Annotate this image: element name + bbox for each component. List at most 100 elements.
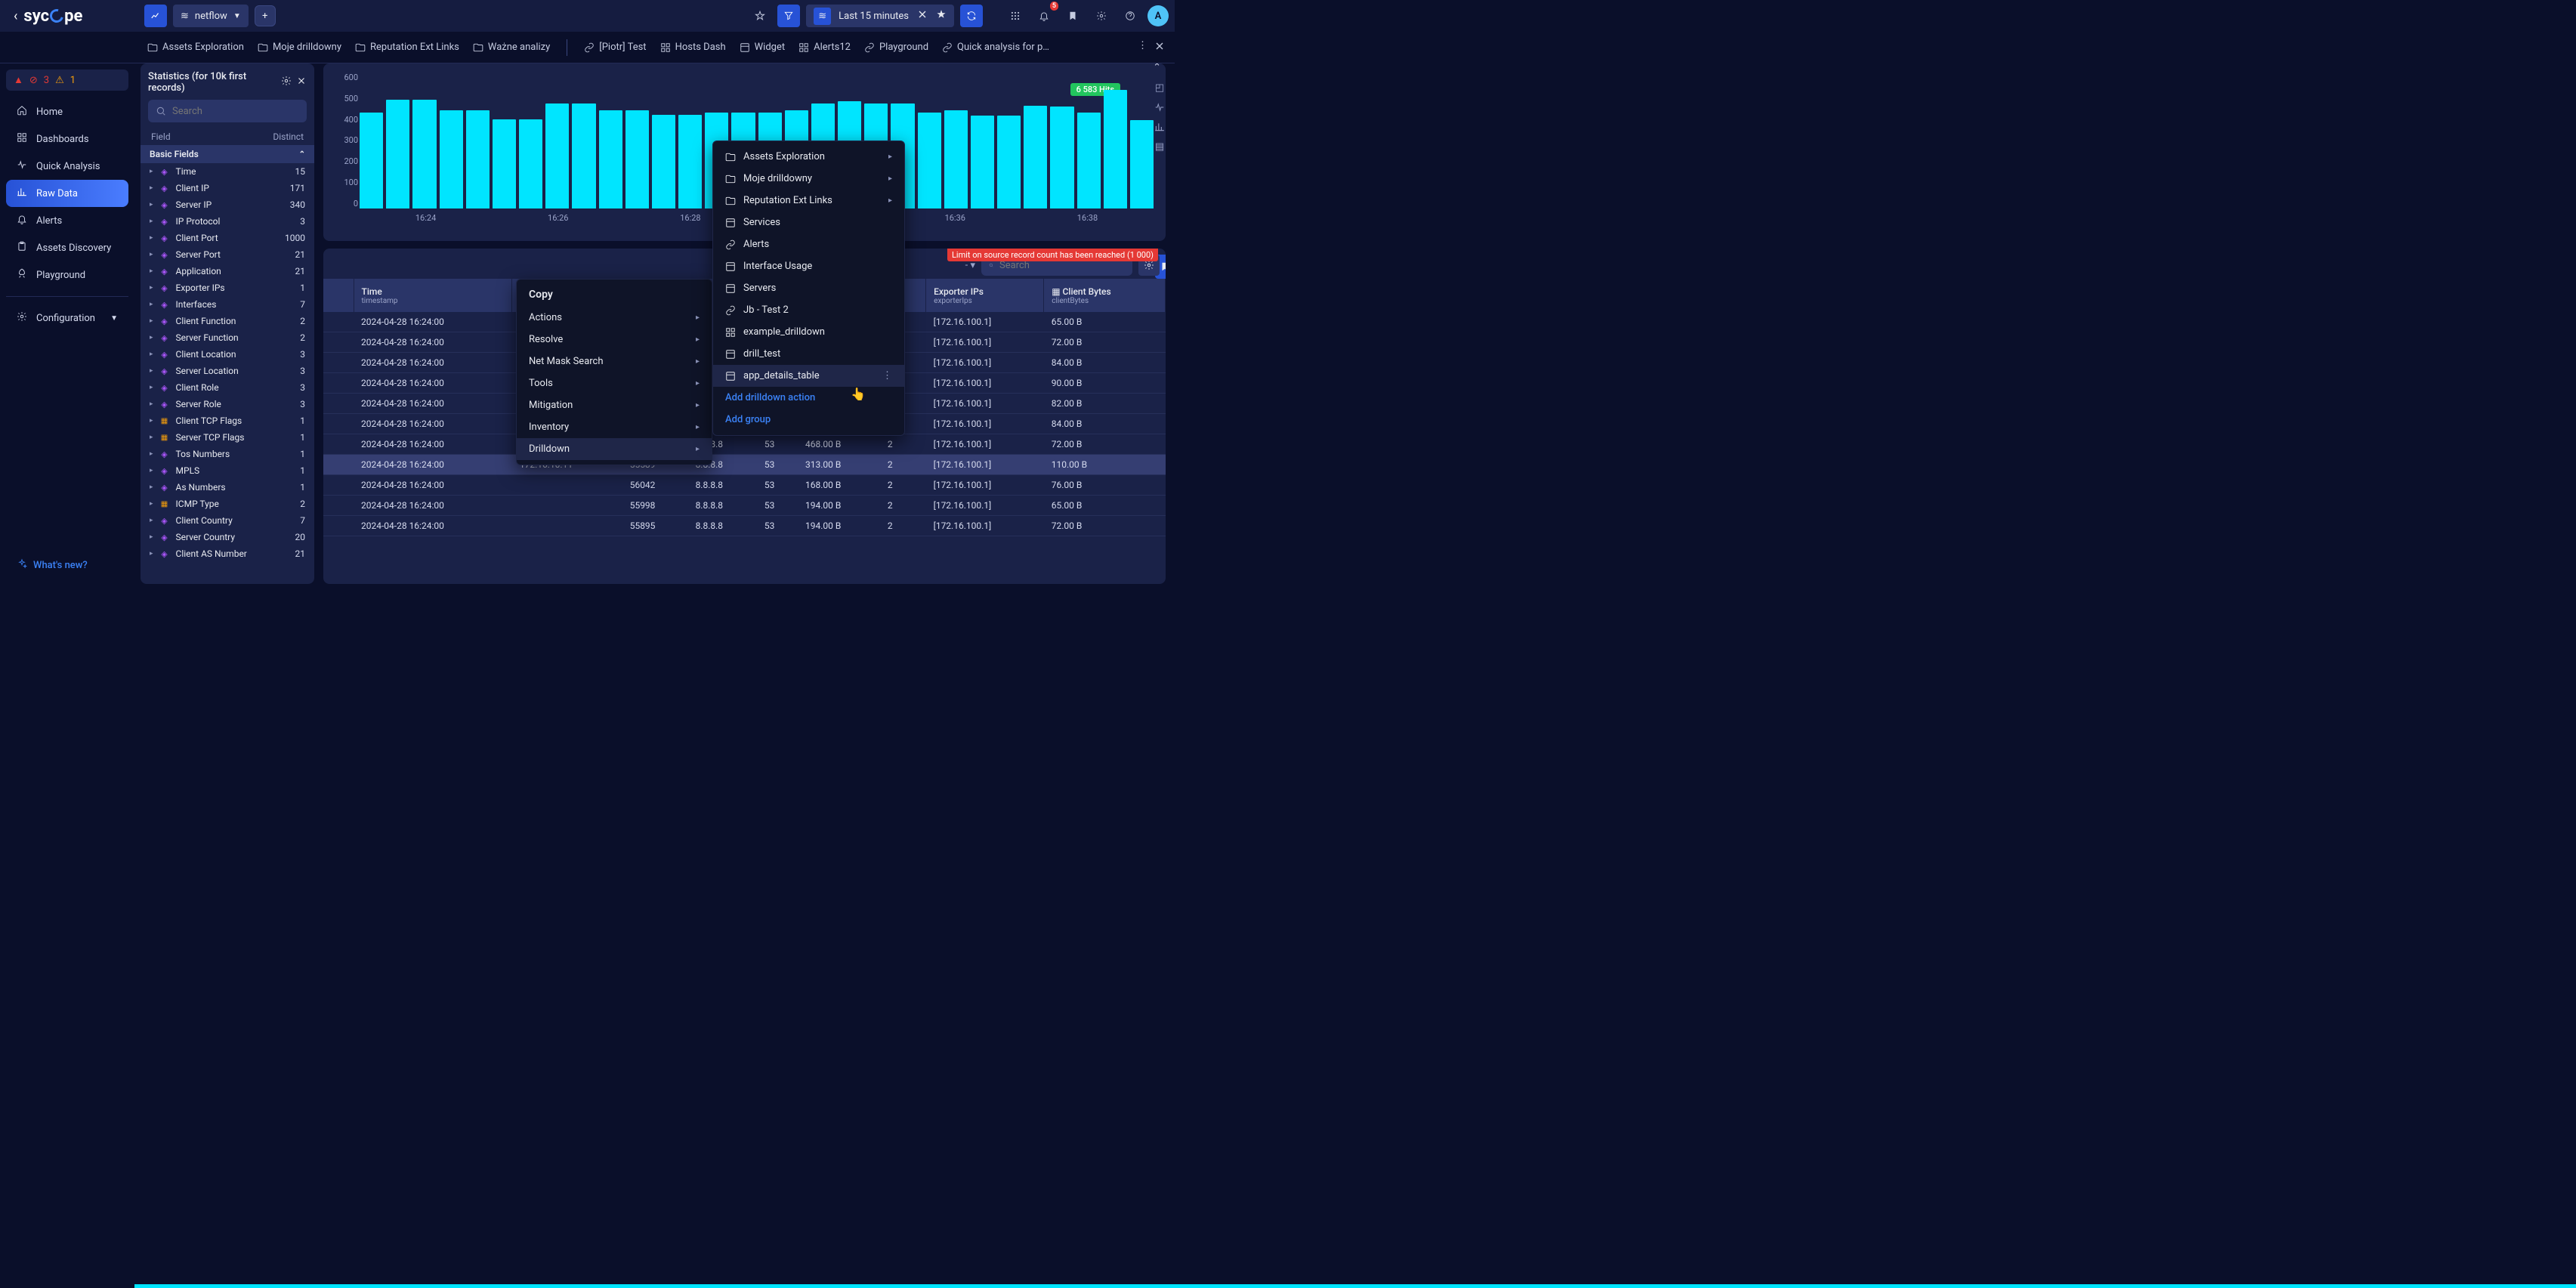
tab-more-button[interactable]: ⋮ xyxy=(1138,40,1147,55)
table-row[interactable]: 2024-04-28 16:24:00558958.8.8.853194.00 … xyxy=(323,516,1166,536)
chart-bar[interactable] xyxy=(1104,90,1127,209)
ctx-item[interactable]: Moje drilldowny▸ xyxy=(713,168,904,190)
sidebar-item-quick-analysis[interactable]: Quick Analysis xyxy=(6,153,128,180)
tab-close-button[interactable] xyxy=(1154,40,1166,55)
dashboard-tab[interactable]: Assets Exploration xyxy=(147,42,244,53)
stat-row[interactable]: ▸◈Client Port1000 xyxy=(141,230,314,246)
chart-bar[interactable] xyxy=(572,103,595,209)
table-row[interactable]: 2024-04-28 16:24:00172.16.10.11555898.8.… xyxy=(323,455,1166,475)
stat-row[interactable]: ▸◈Exporter IPs1 xyxy=(141,280,314,296)
chart-bar[interactable] xyxy=(625,110,649,209)
stat-row[interactable]: ▸◈Tos Numbers1 xyxy=(141,446,314,462)
refresh-button[interactable] xyxy=(960,5,983,27)
close-icon[interactable] xyxy=(296,76,307,89)
dashboard-tab[interactable]: Playground xyxy=(864,42,928,53)
ctx-item[interactable]: Net Mask Search▸ xyxy=(517,351,712,372)
doc-tool[interactable]: ▤ xyxy=(1152,139,1166,154)
dashboard-tab[interactable]: Widget xyxy=(740,42,785,53)
table-row[interactable]: 2024-04-28 16:24:00559988.8.8.853194.00 … xyxy=(323,496,1166,516)
dashboard-tab[interactable]: Alerts12 xyxy=(798,42,851,53)
dashboard-tab[interactable]: Quick analysis for p… xyxy=(942,42,1049,53)
stat-row[interactable]: ▸▦Client TCP Flags1 xyxy=(141,412,314,429)
ctx-item[interactable]: drill_test xyxy=(713,343,904,365)
apps-button[interactable] xyxy=(1004,5,1027,27)
dashboard-tab[interactable]: Hosts Dash xyxy=(660,42,726,53)
avatar[interactable]: A xyxy=(1147,5,1169,26)
chart-mode-btn[interactable] xyxy=(144,5,167,27)
stat-row[interactable]: ▸◈Interfaces7 xyxy=(141,296,314,313)
ctx-item[interactable]: Inventory▸ xyxy=(517,416,712,438)
filter-button[interactable] xyxy=(777,5,800,27)
dashboard-tab[interactable]: Moje drilldowny xyxy=(258,42,341,53)
stat-row[interactable]: ▸◈Time15 xyxy=(141,163,314,180)
chart-bar[interactable] xyxy=(971,116,994,208)
ctx-item[interactable]: Interface Usage xyxy=(713,255,904,277)
dashboard-tab[interactable]: Reputation Ext Links xyxy=(355,42,459,53)
back-button[interactable]: ‹ xyxy=(14,8,17,24)
bookmark-button[interactable] xyxy=(1061,5,1084,27)
table-header[interactable]: Timetimestamp xyxy=(354,279,512,312)
table-header[interactable]: ▦ Client BytesclientBytes xyxy=(1044,279,1166,312)
chart-bar[interactable] xyxy=(652,115,675,209)
sidebar-item-home[interactable]: Home xyxy=(6,98,128,125)
stat-row[interactable]: ▸◈Client AS Number21 xyxy=(141,545,314,562)
dashboard-tab[interactable]: [Piotr] Test xyxy=(584,42,646,53)
notifications-button[interactable]: 5 xyxy=(1033,5,1055,27)
alert-summary[interactable]: ▲ ⊘ 3 ⚠ 1 xyxy=(6,69,128,91)
sidebar-item-raw-data[interactable]: Raw Data xyxy=(6,180,128,207)
chart-bar[interactable] xyxy=(1077,113,1101,209)
stat-row[interactable]: ▸◈Server Location3 xyxy=(141,363,314,379)
ctx-item[interactable]: Resolve▸ xyxy=(517,329,712,351)
stat-row[interactable]: ▸◈Server Country20 xyxy=(141,529,314,545)
chart-bar[interactable] xyxy=(386,100,409,208)
stat-row[interactable]: ▸▦Server TCP Flags1 xyxy=(141,429,314,446)
add-group[interactable]: Add group xyxy=(713,409,904,431)
chart-bar[interactable] xyxy=(360,113,383,209)
stat-row[interactable]: ▸◈Server Port21 xyxy=(141,246,314,263)
stat-row[interactable]: ▸◈MPLS1 xyxy=(141,462,314,479)
bars-tool[interactable] xyxy=(1152,119,1166,134)
stat-row[interactable]: ▸◈Application21 xyxy=(141,263,314,280)
time-range-picker[interactable]: ≋ Last 15 minutes xyxy=(806,5,954,27)
dashboard-tab[interactable]: Ważne analizy xyxy=(473,42,550,53)
chart-bar[interactable] xyxy=(466,110,490,209)
star-button[interactable] xyxy=(749,5,771,27)
gear-icon[interactable] xyxy=(281,76,292,89)
ctx-item[interactable]: Servers xyxy=(713,277,904,299)
close-icon[interactable] xyxy=(916,8,928,23)
chart-bar[interactable] xyxy=(545,103,569,209)
stat-row[interactable]: ▸◈Server Role3 xyxy=(141,396,314,412)
stats-group-header[interactable]: Basic Fields ⌃ xyxy=(141,145,314,163)
sidebar-item-playground[interactable]: Playground xyxy=(6,261,128,289)
pulse-tool[interactable] xyxy=(1152,100,1166,115)
sidebar-configuration[interactable]: Configuration ▼ xyxy=(6,304,128,332)
stats-search[interactable] xyxy=(148,100,307,122)
stat-row[interactable]: ▸◈Server Function2 xyxy=(141,329,314,346)
ctx-item[interactable]: Assets Exploration▸ xyxy=(713,146,904,168)
chart-bar[interactable] xyxy=(519,119,542,209)
chart-bar[interactable] xyxy=(918,113,941,209)
chart-bar[interactable] xyxy=(440,110,463,209)
chart-bar[interactable] xyxy=(944,110,968,209)
table-header[interactable]: Exporter IPsexporterIps xyxy=(926,279,1044,312)
ctx-item[interactable]: app_details_table⋮ xyxy=(713,365,904,387)
table-row[interactable]: 2024-04-28 16:24:00560428.8.8.853168.00 … xyxy=(323,475,1166,496)
chart-bar[interactable] xyxy=(599,110,622,209)
stat-row[interactable]: ▸◈IP Protocol3 xyxy=(141,213,314,230)
crop-tool[interactable]: ◰ xyxy=(1152,80,1166,95)
stat-row[interactable]: ▸◈Client Role3 xyxy=(141,379,314,396)
sidebar-item-assets-discovery[interactable]: Assets Discovery xyxy=(6,234,128,261)
sidebar-item-alerts[interactable]: Alerts xyxy=(6,207,128,234)
table-row[interactable]: 2024-04-28 16:24:00556808.8.8.853468.00 … xyxy=(323,434,1166,455)
add-drilldown-action[interactable]: Add drilldown action xyxy=(713,387,904,409)
chart-bar[interactable] xyxy=(997,116,1021,208)
star-filled-icon[interactable] xyxy=(936,9,947,23)
ctx-item[interactable]: Alerts xyxy=(713,233,904,255)
stat-row[interactable]: ▸◈Server IP340 xyxy=(141,196,314,213)
stat-row[interactable]: ▸◈Client Location3 xyxy=(141,346,314,363)
chart-bar[interactable] xyxy=(1050,107,1073,208)
ctx-item[interactable]: Mitigation▸ xyxy=(517,394,712,416)
ctx-item[interactable]: Tools▸ xyxy=(517,372,712,394)
datasource-dropdown[interactable]: ≋ netflow ▼ xyxy=(173,5,249,27)
sidebar-item-dashboards[interactable]: Dashboards xyxy=(6,125,128,153)
